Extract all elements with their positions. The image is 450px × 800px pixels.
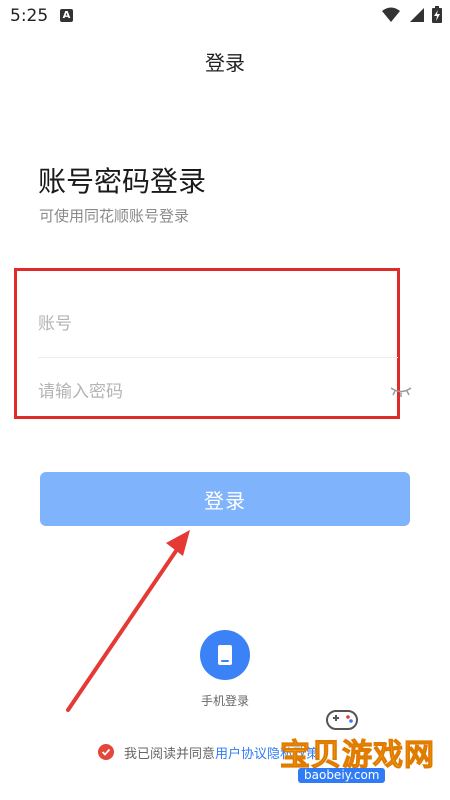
login-button[interactable]: 登录 [40,472,410,526]
page-title: 登录 [205,51,245,75]
phone-login-circle[interactable] [200,630,250,680]
gamepad-icon [326,710,358,730]
phone-login-option[interactable]: 手机登录 [200,630,250,716]
eye-closed-icon[interactable] [388,380,414,400]
battery-icon [432,6,442,23]
login-subheading: 可使用同花顺账号登录 [39,207,190,225]
login-screen: 5:25 A 登录 账号密码登录 可使用同花顺账号登录 登录 [0,0,450,800]
a-badge-icon: A [60,9,73,22]
phone-icon [218,645,232,665]
status-icons [382,6,442,23]
watermark-url: baobeiy.com [298,768,386,783]
signal-icon [410,7,424,22]
agreement-checkbox[interactable] [98,744,114,760]
account-input[interactable] [38,306,398,342]
login-heading: 账号密码登录 [38,165,207,198]
agreement-text: 我已阅读并同意 [124,746,216,762]
input-divider [38,357,398,358]
status-time: 5:25 [10,6,49,26]
phone-login-label: 手机登录 [200,694,249,708]
password-input[interactable] [38,374,398,410]
check-icon [101,748,111,756]
user-agreement-link[interactable]: 用户协议 [215,743,267,762]
site-watermark: 宝贝游戏网 baobeiy.com [276,708,446,788]
status-bar: 5:25 A [0,0,450,32]
wifi-icon [382,7,400,22]
